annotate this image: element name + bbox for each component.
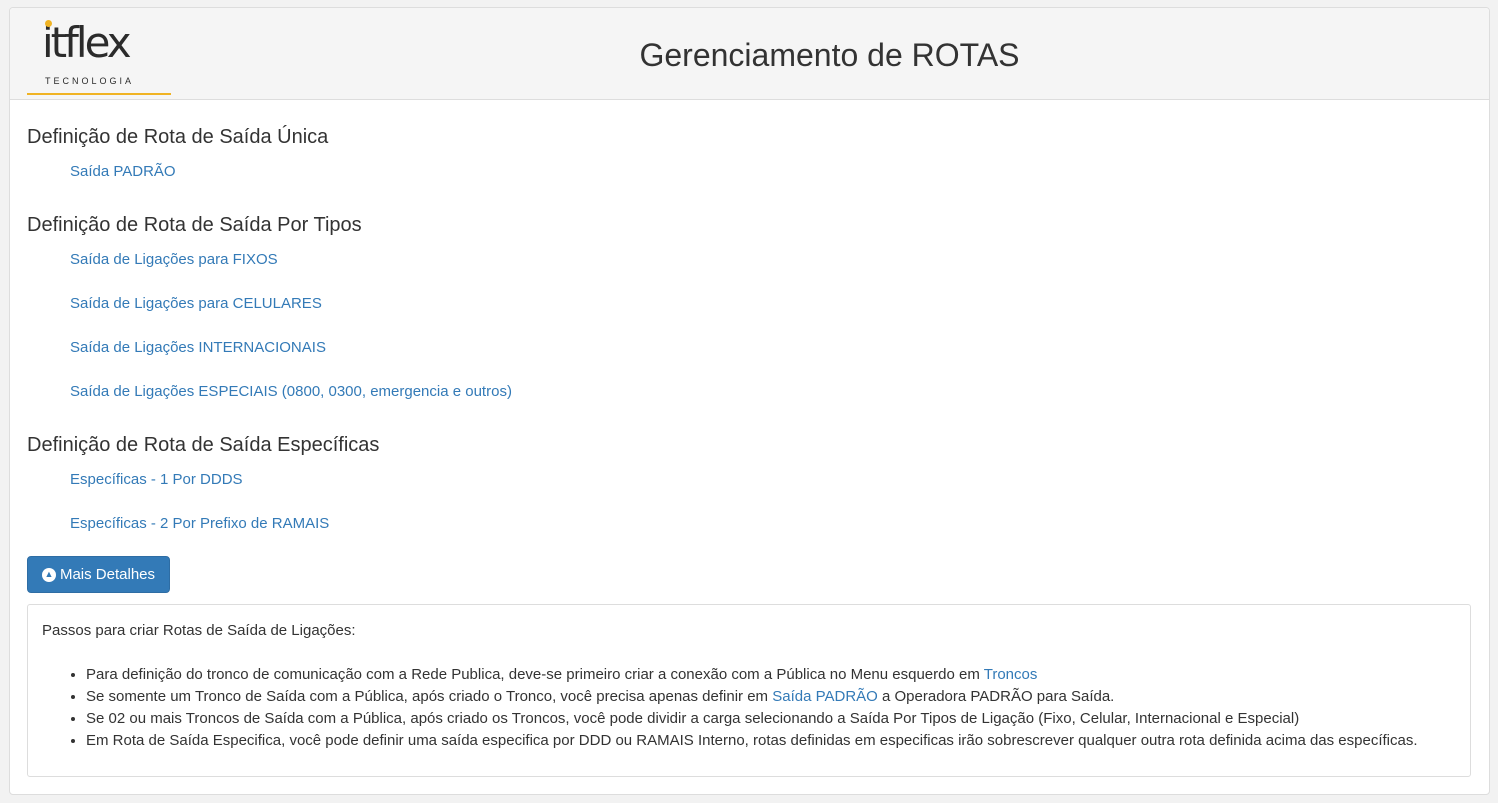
list-item: Se somente um Tronco de Saída com a Públ… bbox=[86, 686, 1418, 708]
section-title-especificas: Definição de Rota de Saída Específicas bbox=[27, 434, 380, 456]
details-panel: Passos para criar Rotas de Saída de Liga… bbox=[27, 604, 1471, 777]
list-item: Em Rota de Saída Especifica, você pode d… bbox=[86, 730, 1418, 752]
link-saida-celulares[interactable]: Saída de Ligações para CELULARES bbox=[70, 295, 322, 312]
section-title-por-tipos: Definição de Rota de Saída Por Tipos bbox=[27, 214, 362, 236]
mais-detalhes-label: Mais Detalhes bbox=[59, 566, 156, 583]
link-saida-especiais[interactable]: Saída de Ligações ESPECIAIS (0800, 0300,… bbox=[70, 383, 512, 400]
link-troncos[interactable]: Troncos bbox=[984, 666, 1038, 683]
section-title-saida-unica: Definição de Rota de Saída Única bbox=[27, 126, 329, 148]
mais-detalhes-button[interactable]: ▲ Mais Detalhes bbox=[27, 556, 170, 593]
step-text: Se somente um Tronco de Saída com a Públ… bbox=[86, 688, 773, 705]
chevron-circle-up-icon: ▲ bbox=[41, 567, 56, 582]
logo-dot bbox=[45, 20, 52, 27]
details-intro: Passos para criar Rotas de Saída de Liga… bbox=[42, 622, 356, 639]
link-saida-padrao[interactable]: Saída PADRÃO bbox=[70, 163, 176, 180]
logo-subtitle: TECNOLOGIA bbox=[45, 76, 135, 86]
details-steps-list: Para definição do tronco de comunicação … bbox=[42, 664, 1418, 752]
logo-wordmark: itflex bbox=[42, 18, 132, 67]
panel-header: itflex TECNOLOGIA Gerenciamento de ROTAS bbox=[10, 8, 1489, 100]
link-saida-padrao-inline[interactable]: Saída PADRÃO bbox=[772, 688, 878, 705]
link-especificas-ddds[interactable]: Específicas - 1 Por DDDS bbox=[70, 471, 243, 488]
page-title: Gerenciamento de ROTAS bbox=[639, 37, 1020, 73]
main-panel: itflex TECNOLOGIA Gerenciamento de ROTAS… bbox=[9, 7, 1490, 795]
itflex-logo[interactable]: itflex TECNOLOGIA bbox=[27, 16, 171, 95]
step-text: Em Rota de Saída Especifica, você pode d… bbox=[86, 732, 1418, 749]
step-text: Para definição do tronco de comunicação … bbox=[86, 666, 984, 683]
list-item: Para definição do tronco de comunicação … bbox=[86, 664, 1418, 686]
step-text: Se 02 ou mais Troncos de Saída com a Púb… bbox=[86, 710, 1300, 727]
link-saida-internacionais[interactable]: Saída de Ligações INTERNACIONAIS bbox=[70, 339, 326, 356]
list-item: Se 02 ou mais Troncos de Saída com a Púb… bbox=[86, 708, 1418, 730]
step-text-after: a Operadora PADRÃO para Saída. bbox=[877, 688, 1115, 705]
link-saida-fixos[interactable]: Saída de Ligações para FIXOS bbox=[70, 251, 278, 268]
link-especificas-ramais[interactable]: Específicas - 2 Por Prefixo de RAMAIS bbox=[70, 515, 329, 532]
logo-underline bbox=[27, 93, 171, 95]
